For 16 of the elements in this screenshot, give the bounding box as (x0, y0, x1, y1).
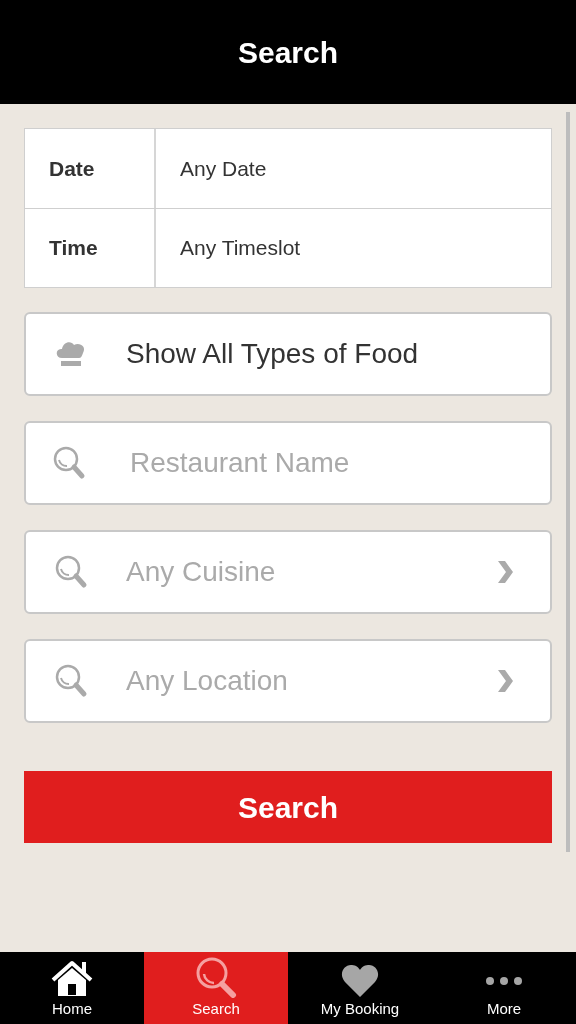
search-icon (54, 554, 88, 590)
search-icon (195, 955, 237, 998)
page-title: Search (237, 34, 339, 71)
heart-icon (341, 963, 379, 998)
tab[interactable]: Search (144, 952, 288, 1024)
search-button[interactable]: Search (24, 771, 552, 843)
house-icon (51, 959, 93, 998)
more-icon (485, 975, 523, 986)
search-icon (54, 663, 88, 699)
food-type-button[interactable]: Show All Types of Food (24, 312, 552, 396)
row-value[interactable]: Any Timeslot (156, 209, 551, 287)
search-icon (52, 445, 86, 481)
search-field[interactable]: Restaurant Name (24, 421, 552, 505)
row-value[interactable]: Any Date (156, 129, 551, 208)
row-label: Date (49, 155, 95, 182)
row-label: Time (49, 235, 98, 262)
